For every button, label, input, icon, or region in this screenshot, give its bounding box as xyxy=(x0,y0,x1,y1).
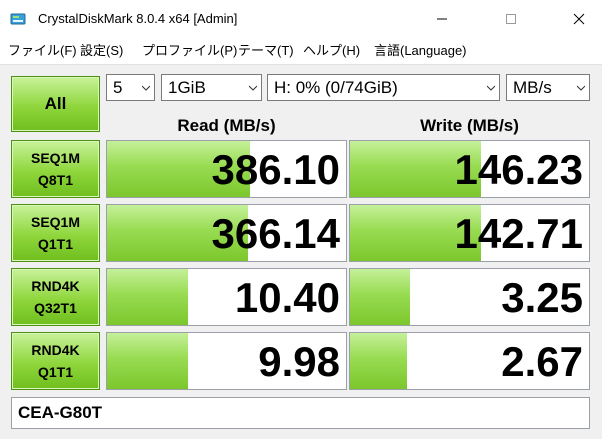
menu-profile[interactable]: プロファイル(P) xyxy=(142,38,237,64)
disk-app-icon xyxy=(10,11,26,27)
count-select[interactable]: 5 xyxy=(106,74,155,101)
read-header: Read (MB/s) xyxy=(177,116,276,135)
menu-language[interactable]: 言語(Language) xyxy=(374,38,467,64)
read-value: 9.98 xyxy=(258,338,340,385)
size-select[interactable]: 1GiB xyxy=(161,74,262,101)
write-value: 142.71 xyxy=(454,210,583,257)
write-result-rnd4k-q32t1: 3.25 xyxy=(349,268,590,326)
write-header: Write (MB/s) xyxy=(420,116,519,135)
read-result-rnd4k-q1t1: 9.98 xyxy=(106,332,347,390)
comment-field[interactable]: CEA-G80T xyxy=(11,397,590,429)
read-result-seq1m-q1t1: 366.14 xyxy=(106,204,347,262)
drive-value: H: 0% (0/74GiB) xyxy=(274,78,398,97)
test-label-line1: SEQ1M xyxy=(30,214,80,230)
write-value: 146.23 xyxy=(454,146,583,193)
chevron-down-icon xyxy=(142,85,150,91)
unit-select[interactable]: MB/s xyxy=(506,74,590,101)
test-label-line2: Q1T1 xyxy=(37,364,73,380)
size-value: 1GiB xyxy=(168,78,206,97)
read-value: 366.14 xyxy=(211,210,340,257)
menu-help[interactable]: ヘルプ(H) xyxy=(303,38,360,64)
write-result-seq1m-q8t1: 146.23 xyxy=(349,140,590,198)
write-value: 3.25 xyxy=(501,274,583,321)
test-button-seq1m-q8t1[interactable]: SEQ1M Q8T1 xyxy=(11,140,100,198)
test-label-line2: Q1T1 xyxy=(37,236,73,252)
test-button-rnd4k-q1t1[interactable]: RND4K Q1T1 xyxy=(11,332,100,390)
chevron-down-icon xyxy=(249,85,257,91)
maximize-button[interactable] xyxy=(488,0,534,38)
main-panel: All 5 1GiB H: 0% (0/74GiB) MB/s Read (MB… xyxy=(0,65,602,439)
maximize-icon xyxy=(506,14,516,24)
minimize-button[interactable] xyxy=(419,0,465,38)
write-result-seq1m-q1t1: 142.71 xyxy=(349,204,590,262)
chevron-down-icon xyxy=(577,85,585,91)
drive-select[interactable]: H: 0% (0/74GiB) xyxy=(267,74,500,101)
menu-settings[interactable]: 設定(S) xyxy=(80,38,123,64)
test-label-line1: RND4K xyxy=(31,278,80,294)
all-button[interactable]: All xyxy=(11,76,100,132)
test-label-line2: Q32T1 xyxy=(34,300,77,316)
read-value: 10.40 xyxy=(234,274,340,321)
menu-theme[interactable]: テーマ(T) xyxy=(238,38,294,64)
write-result-rnd4k-q1t1: 2.67 xyxy=(349,332,590,390)
window-title: CrystalDiskMark 8.0.4 x64 [Admin] xyxy=(38,11,238,26)
title-bar: CrystalDiskMark 8.0.4 x64 [Admin] xyxy=(0,0,602,38)
test-label-line2: Q8T1 xyxy=(37,172,73,188)
read-result-seq1m-q8t1: 386.10 xyxy=(106,140,347,198)
minimize-icon xyxy=(437,18,447,20)
read-result-rnd4k-q32t1: 10.40 xyxy=(106,268,347,326)
unit-value: MB/s xyxy=(513,78,552,97)
close-icon xyxy=(573,13,585,25)
chevron-down-icon xyxy=(487,85,495,91)
test-label-line1: RND4K xyxy=(31,342,80,358)
test-button-rnd4k-q32t1[interactable]: RND4K Q32T1 xyxy=(11,268,100,326)
write-level-bar xyxy=(350,269,410,325)
test-label-line1: SEQ1M xyxy=(30,150,80,166)
read-level-bar xyxy=(107,269,189,325)
read-level-bar xyxy=(107,333,189,389)
menu-bar: ファイル(F) 設定(S) プロファイル(P) テーマ(T) ヘルプ(H) 言語… xyxy=(0,38,602,65)
read-value: 386.10 xyxy=(211,146,340,193)
write-value: 2.67 xyxy=(501,338,583,385)
close-button[interactable] xyxy=(556,0,602,38)
test-button-seq1m-q1t1[interactable]: SEQ1M Q1T1 xyxy=(11,204,100,262)
write-level-bar xyxy=(350,333,408,389)
menu-file[interactable]: ファイル(F) xyxy=(8,38,77,64)
count-value: 5 xyxy=(113,78,123,97)
